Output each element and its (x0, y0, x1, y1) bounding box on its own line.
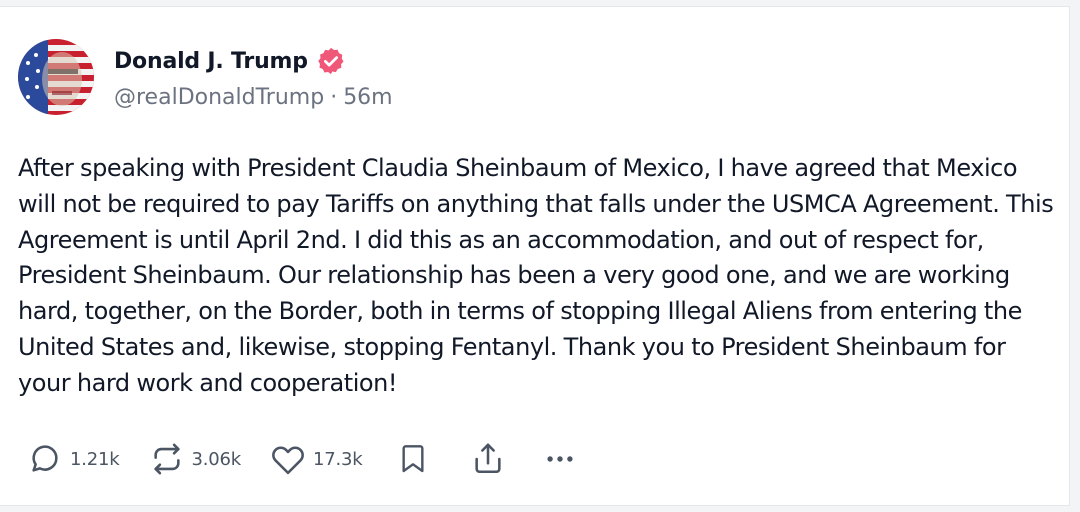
like-count: 17.3k (313, 448, 363, 470)
bookmark-button[interactable] (397, 442, 429, 476)
repost-icon (150, 442, 184, 476)
author-display-name[interactable]: Donald J. Trump (114, 49, 308, 74)
meta-separator: · (330, 85, 338, 110)
verified-badge-icon (316, 46, 346, 76)
repost-button[interactable]: 3.06k (150, 442, 242, 476)
author-handle[interactable]: @realDonaldTrump (114, 85, 324, 110)
more-options-button[interactable] (543, 442, 577, 476)
reply-count: 1.21k (70, 448, 120, 470)
post-card[interactable]: Donald J. Trump @realDonaldTrump · 56m A… (0, 6, 1070, 506)
author-name-row: Donald J. Trump (114, 43, 346, 79)
like-button[interactable]: 17.3k (271, 442, 363, 476)
post-timestamp[interactable]: 56m (343, 85, 392, 110)
more-icon (543, 442, 577, 476)
repost-count: 3.06k (191, 448, 242, 470)
post-action-bar: 1.21k 3.06k 17.3k (28, 437, 577, 481)
reply-button[interactable]: 1.21k (28, 442, 120, 476)
bookmark-icon (397, 442, 429, 476)
share-button[interactable] (471, 442, 505, 476)
share-icon (471, 442, 505, 476)
heart-icon (271, 442, 305, 476)
post-body-text: After speaking with President Claudia Sh… (18, 154, 1054, 397)
avatar[interactable] (18, 39, 94, 115)
author-meta: @realDonaldTrump · 56m (114, 85, 393, 110)
comment-icon (28, 442, 62, 476)
avatar-image (18, 39, 94, 115)
